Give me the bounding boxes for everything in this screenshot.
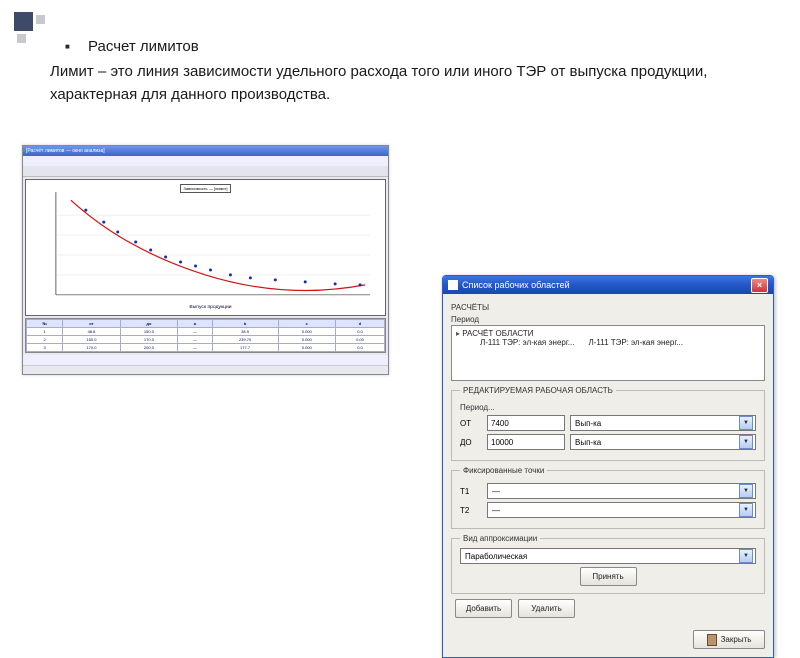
- close-icon[interactable]: ×: [751, 278, 768, 293]
- approx-kind-group: Вид аппроксимации Параболическая ▼ Приня…: [451, 534, 765, 594]
- t2-value: —: [492, 506, 500, 515]
- td: —: [178, 344, 212, 352]
- td: 150.0: [120, 328, 177, 336]
- t1-label: Т1: [460, 487, 482, 496]
- td: 0.000: [278, 344, 335, 352]
- td: 170.0: [120, 336, 177, 344]
- td: 1: [27, 328, 63, 336]
- td: —: [178, 328, 212, 336]
- th: d: [335, 320, 384, 328]
- fixed-points-legend: Фиксированные точки: [460, 466, 547, 475]
- t2-label: Т2: [460, 506, 482, 515]
- chevron-down-icon: ▼: [739, 503, 753, 517]
- th: a: [178, 320, 212, 328]
- tree-row[interactable]: Л-111 ТЭР: эл-кая энерг... Л-111 ТЭР: эл…: [480, 338, 760, 347]
- td: 3: [27, 344, 63, 352]
- approx-kind-legend: Вид аппроксимации: [460, 534, 540, 543]
- td: 38.9: [212, 328, 278, 336]
- chevron-down-icon: ▼: [739, 484, 753, 498]
- footer-row: [23, 355, 388, 365]
- chevron-down-icon: ▼: [739, 549, 753, 563]
- status-bar: [23, 365, 388, 374]
- apply-button[interactable]: Принять: [580, 567, 637, 586]
- do-unit-select[interactable]: Вып-ка ▼: [570, 434, 756, 450]
- approx-kind-value: Параболическая: [465, 552, 527, 561]
- definition-paragraph: Лимит – это линия зависимости удельного …: [50, 61, 755, 106]
- window-title: [Расчёт лимитов — окно анализа]: [26, 148, 105, 154]
- work-areas-dialog: Список рабочих областей × РАСЧЁТЫ Период…: [442, 275, 774, 658]
- th: №: [27, 320, 63, 328]
- td: 2: [27, 336, 63, 344]
- delete-button[interactable]: Удалить: [518, 599, 575, 618]
- section-calc-label: РАСЧЁТЫ: [451, 303, 765, 312]
- td: 177.7: [212, 344, 278, 352]
- window-icon: [448, 280, 458, 290]
- t1-value: —: [492, 487, 500, 496]
- td: 239.70: [212, 336, 278, 344]
- td: —: [178, 336, 212, 344]
- close-button-label: Закрыть: [721, 635, 752, 644]
- chevron-down-icon: ▼: [739, 416, 753, 430]
- td: 150.0: [63, 336, 120, 344]
- slide-corner-ornament: [14, 12, 47, 45]
- areas-tree[interactable]: РАСЧЁТ ОБЛАСТИ Л-111 ТЭР: эл-кая энерг..…: [451, 325, 765, 381]
- table-row: 3170.0200.0—177.70.0000.0: [27, 344, 385, 352]
- tree-leaf[interactable]: Л-111 ТЭР: эл-кая энерг...: [588, 338, 682, 347]
- td: 0.000: [278, 328, 335, 336]
- chart-area: Зависимость — [лимит]: [25, 179, 386, 316]
- toolbar: [23, 166, 388, 177]
- ot-value-input[interactable]: 7400: [487, 415, 565, 431]
- approx-kind-select[interactable]: Параболическая ▼: [460, 548, 756, 564]
- td: 0.0: [335, 328, 384, 336]
- td: 200.0: [120, 344, 177, 352]
- window-titlebar: [Расчёт лимитов — окно анализа]: [23, 146, 388, 156]
- limits-chart-window: [Расчёт лимитов — окно анализа] Зависимо…: [22, 145, 389, 375]
- period-sublabel: Период...: [460, 403, 756, 412]
- add-button[interactable]: Добавить: [455, 599, 512, 618]
- th: c: [278, 320, 335, 328]
- do-label: ДО: [460, 438, 482, 447]
- do-value-input[interactable]: 10000: [487, 434, 565, 450]
- td: 0.0: [335, 344, 384, 352]
- t2-select[interactable]: — ▼: [487, 502, 756, 518]
- td: 170.0: [63, 344, 120, 352]
- close-button[interactable]: Закрыть: [693, 630, 765, 649]
- ot-unit-select[interactable]: Вып-ка ▼: [570, 415, 756, 431]
- table-row: 2150.0170.0—239.700.0000.00: [27, 336, 385, 344]
- chart-xlabel: Выпуск продукции: [189, 304, 231, 310]
- th: от: [63, 320, 120, 328]
- dialog-titlebar[interactable]: Список рабочих областей ×: [443, 276, 773, 294]
- bullet-heading: Расчет лимитов: [65, 38, 755, 55]
- tree-leaf[interactable]: Л-111 ТЭР: эл-кая энерг...: [480, 338, 574, 347]
- ot-label: ОТ: [460, 419, 482, 428]
- edit-area-group: РЕДАКТИРУЕМАЯ РАБОЧАЯ ОБЛАСТЬ Период... …: [451, 386, 765, 461]
- th: b: [212, 320, 278, 328]
- td: 0.000: [278, 336, 335, 344]
- ot-unit-text: Вып-ка: [575, 419, 601, 428]
- table-row: 148.8150.0—38.90.0000.0: [27, 328, 385, 336]
- do-unit-text: Вып-ка: [575, 438, 601, 447]
- td: 0.00: [335, 336, 384, 344]
- path-bar: [23, 156, 388, 166]
- th: до: [120, 320, 177, 328]
- chart-svg: Выпуск продукции: [26, 180, 385, 315]
- bullet-text: Расчет лимитов: [88, 38, 199, 55]
- door-icon: [707, 634, 717, 646]
- edit-area-legend: РЕДАКТИРУЕМАЯ РАБОЧАЯ ОБЛАСТЬ: [460, 386, 616, 395]
- table-header-row: № от до a b c d: [27, 320, 385, 328]
- fixed-points-group: Фиксированные точки Т1 — ▼ Т2 — ▼: [451, 466, 765, 529]
- chevron-down-icon: ▼: [739, 435, 753, 449]
- text-content: Расчет лимитов Лимит – это линия зависим…: [65, 38, 755, 106]
- t1-select[interactable]: — ▼: [487, 483, 756, 499]
- tree-item[interactable]: РАСЧЁТ ОБЛАСТИ: [456, 329, 760, 338]
- segments-table: № от до a b c d 148.8150.0—38.90.0000.02…: [25, 318, 386, 353]
- dialog-title: Список рабочих областей: [462, 280, 570, 290]
- td: 48.8: [63, 328, 120, 336]
- section-period-label: Период: [451, 315, 765, 324]
